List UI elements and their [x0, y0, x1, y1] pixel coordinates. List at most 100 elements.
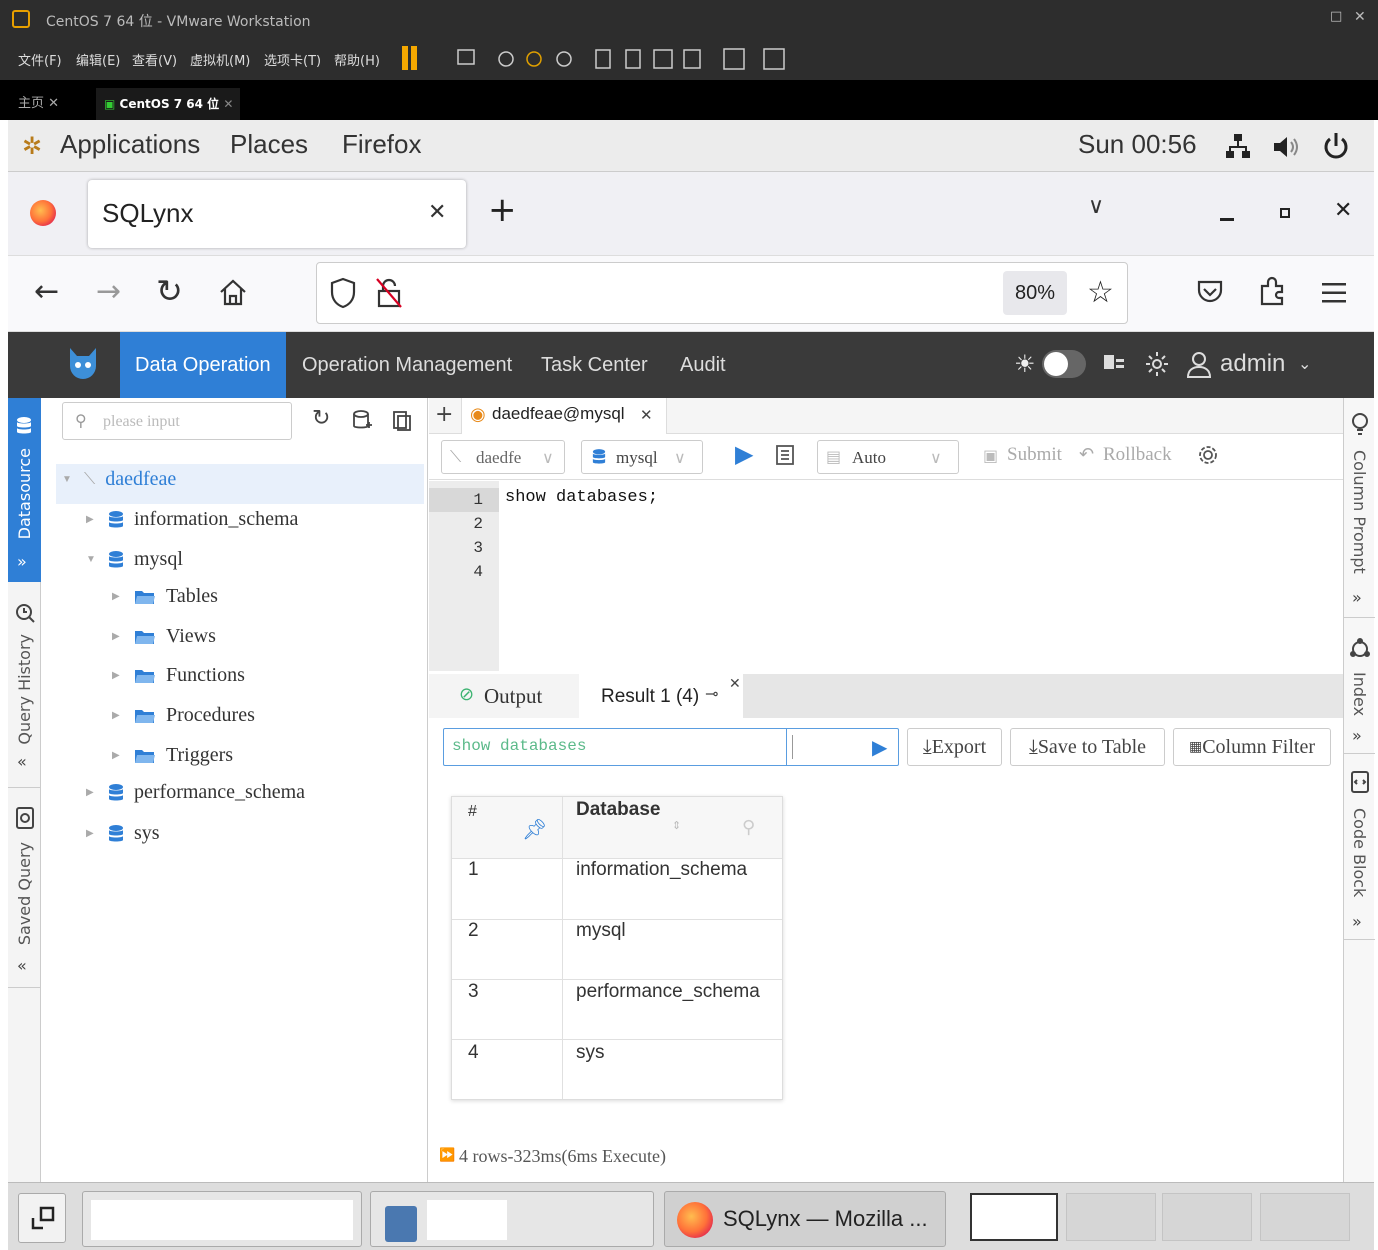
result-filter-input[interactable]: show databases ▶ — [443, 728, 899, 766]
tree-folder-views[interactable]: ▶ Views — [112, 625, 216, 648]
restore-icon[interactable]: □ — [1330, 9, 1342, 24]
transaction-mode-select[interactable]: ▤ Auto ∨ — [817, 440, 959, 474]
close-icon[interactable]: ✕ — [1354, 9, 1366, 25]
menu-tabs[interactable]: 选项卡(T) — [264, 50, 321, 69]
tree-db-performance-schema[interactable]: ▶ performance_schema — [86, 781, 305, 804]
close-icon[interactable]: ✕ — [729, 676, 741, 692]
sort-icon[interactable]: ⇕ — [672, 819, 681, 832]
run-icon[interactable]: ▶ — [735, 440, 753, 468]
pause-icon[interactable] — [402, 46, 408, 70]
tab-output[interactable]: ⊘ Output — [429, 674, 579, 718]
taskbar-window-2[interactable] — [370, 1191, 654, 1247]
taskbar-window-firefox[interactable]: SQLynx — Mozilla ... — [664, 1191, 946, 1247]
menu-places[interactable]: Places — [230, 129, 308, 160]
window-close-icon[interactable]: ✕ — [1334, 198, 1352, 223]
new-query-tab-icon[interactable]: + — [435, 402, 453, 427]
rail-index[interactable]: Index » — [1344, 620, 1375, 754]
run-filter-icon[interactable]: ▶ — [872, 735, 887, 759]
chevron-down-icon[interactable]: ⌄ — [1298, 354, 1311, 374]
tree-db-sys[interactable]: ▶ sys — [86, 822, 160, 845]
reload-icon[interactable]: ↻ — [156, 272, 183, 310]
code-editor[interactable]: 1 2 3 4 show databases; — [429, 481, 1343, 671]
workspace-3[interactable] — [1162, 1193, 1252, 1241]
nav-task-center[interactable]: Task Center — [526, 332, 663, 398]
rail-query-history[interactable]: Query History « — [8, 588, 41, 788]
user-icon[interactable] — [1186, 350, 1212, 378]
connection-select[interactable]: ⟍ daedfe ∨ — [441, 440, 565, 474]
caret-right-icon[interactable]: ▶ — [112, 750, 124, 761]
pocket-icon[interactable] — [1196, 278, 1224, 306]
settings-gear-icon[interactable] — [1144, 350, 1170, 378]
minimize-icon[interactable] — [1220, 218, 1234, 221]
rollback-button[interactable]: Rollback — [1103, 444, 1172, 466]
menu-file[interactable]: 文件(F) — [18, 50, 62, 69]
caret-right-icon[interactable]: ▶ — [112, 631, 124, 642]
menu-applications[interactable]: Applications — [60, 129, 200, 160]
sqlynx-logo-icon[interactable] — [66, 346, 100, 382]
submit-button[interactable]: Submit — [1007, 444, 1062, 466]
caret-down-icon[interactable]: ▼ — [62, 474, 74, 485]
caret-right-icon[interactable]: ▶ — [112, 591, 124, 602]
show-desktop-button[interactable] — [18, 1193, 66, 1243]
browser-tab-sqlynx[interactable]: SQLynx ✕ — [88, 180, 466, 248]
shield-icon[interactable] — [329, 277, 357, 309]
copy-icon[interactable] — [392, 410, 412, 432]
menu-edit[interactable]: 编辑(E) — [76, 50, 120, 69]
caret-down-icon[interactable]: ▼ — [86, 554, 98, 565]
tree-folder-functions[interactable]: ▶ Functions — [112, 664, 245, 687]
zoom-indicator[interactable]: 80% — [1003, 271, 1067, 315]
rail-code-block[interactable]: Code Block » — [1344, 756, 1375, 940]
pin-icon[interactable]: ⊸ — [705, 684, 718, 703]
nav-audit[interactable]: Audit — [665, 332, 741, 398]
clock[interactable]: Sun 00:56 — [1078, 129, 1197, 160]
close-icon[interactable]: ✕ — [640, 406, 653, 424]
tree-db-information-schema[interactable]: ▶ information_schema — [86, 508, 298, 531]
workspace-1[interactable] — [970, 1193, 1058, 1241]
caret-right-icon[interactable]: ▶ — [112, 710, 124, 721]
rail-saved-query[interactable]: Saved Query « — [8, 792, 41, 988]
tree-root[interactable]: ▼ ⟍ daedfeae — [62, 468, 176, 491]
menu-firefox[interactable]: Firefox — [342, 129, 421, 160]
tab-home[interactable]: 主页 ✕ — [8, 88, 92, 120]
taskbar-window-1[interactable] — [82, 1191, 362, 1247]
editor-settings-icon[interactable] — [1197, 444, 1219, 466]
column-filter-button[interactable]: ▦ Column Filter — [1173, 728, 1331, 766]
editor-tab[interactable]: ◉ daedfeae@mysql ✕ — [461, 398, 667, 434]
power-icon[interactable] — [1322, 131, 1350, 161]
workspace-4[interactable] — [1260, 1193, 1350, 1241]
insecure-lock-icon[interactable] — [375, 277, 403, 309]
tree-folder-tables[interactable]: ▶ Tables — [112, 585, 218, 608]
rail-datasource[interactable]: Datasource » — [8, 398, 41, 582]
tree-db-mysql[interactable]: ▼ mysql — [86, 548, 183, 571]
volume-muted-icon[interactable] — [1272, 133, 1302, 161]
maximize-icon[interactable] — [1280, 208, 1290, 218]
extensions-icon[interactable] — [1258, 274, 1288, 308]
row-database[interactable]: information_schema — [576, 859, 747, 881]
new-tab-icon[interactable]: + — [488, 190, 517, 230]
user-name[interactable]: admin — [1220, 350, 1285, 378]
workspace-2[interactable] — [1066, 1193, 1156, 1241]
close-icon[interactable]: ✕ — [48, 96, 59, 111]
bookmark-star-icon[interactable]: ☆ — [1087, 275, 1114, 310]
menu-help[interactable]: 帮助(H) — [334, 50, 380, 69]
nav-operation-management[interactable]: Operation Management — [287, 332, 527, 398]
tab-centos[interactable]: ▣ CentOS 7 64 位 ✕ — [96, 88, 240, 120]
home-icon[interactable] — [218, 278, 248, 308]
caret-right-icon[interactable]: ▶ — [112, 670, 124, 681]
back-icon[interactable]: ← — [34, 274, 59, 309]
chevron-down-icon[interactable]: ∨ — [1088, 194, 1104, 219]
save-to-table-button[interactable]: ⤓ Save to Table — [1010, 728, 1165, 766]
row-database[interactable]: sys — [576, 1042, 605, 1064]
format-icon[interactable] — [775, 444, 795, 466]
nav-data-operation[interactable]: Data Operation — [120, 332, 286, 398]
datasource-search-input[interactable]: ⚲ please input — [62, 402, 292, 440]
code-line-1[interactable]: show databases; — [505, 488, 658, 507]
caret-right-icon[interactable]: ▶ — [86, 828, 98, 839]
caret-right-icon[interactable]: ▶ — [86, 787, 98, 798]
row-database[interactable]: mysql — [576, 920, 626, 942]
tree-folder-procedures[interactable]: ▶ Procedures — [112, 704, 255, 727]
add-datasource-icon[interactable] — [352, 410, 372, 432]
menu-vm[interactable]: 虚拟机(M) — [190, 50, 250, 69]
url-bar[interactable]: 80% ☆ — [316, 262, 1128, 324]
close-tab-icon[interactable]: ✕ — [428, 200, 446, 225]
